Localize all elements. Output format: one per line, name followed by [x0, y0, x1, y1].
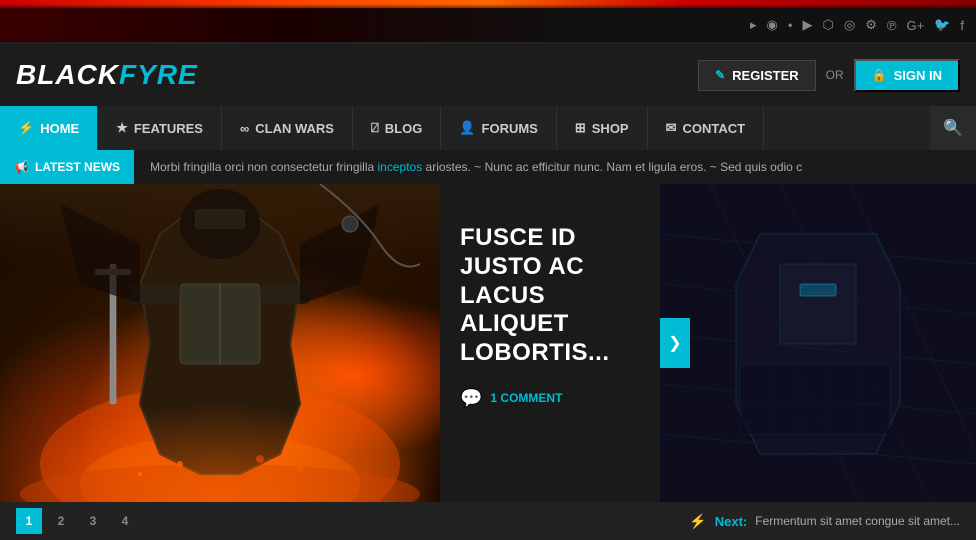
infinity-icon: ∞	[240, 121, 249, 136]
slide-dot-3[interactable]: 3	[80, 508, 106, 534]
slide-dots: 1 2 3 4	[16, 508, 138, 534]
next-slide-arrow[interactable]: ❯	[660, 318, 690, 368]
nav-label-blog: BLOG	[385, 121, 423, 136]
rss-icon[interactable]: ▸	[750, 17, 757, 33]
nav-label-shop: SHOP	[592, 121, 629, 136]
google-plus-icon[interactable]: G+	[906, 18, 924, 33]
megaphone-icon: 📢	[14, 160, 29, 174]
next-preview: ⚡ Next: Fermentum sit amet congue sit am…	[689, 513, 960, 530]
right-panel-art	[660, 184, 976, 502]
bottom-bar: 1 2 3 4 ⚡ Next: Fermentum sit amet congu…	[0, 502, 976, 540]
next-preview-text: Fermentum sit amet congue sit amet...	[755, 514, 960, 528]
twitch-icon[interactable]: ⬡	[823, 17, 834, 33]
pinterest-icon[interactable]: ℗	[887, 18, 897, 33]
slide-dot-2[interactable]: 2	[48, 508, 74, 534]
slide-dot-1[interactable]: 1	[16, 508, 42, 534]
top-bar: ▸ ◉ ⬩ ▶ ⬡ ◎ ⚙ ℗ G+ 🐦 f	[0, 8, 976, 44]
youtube-icon[interactable]: ▶	[803, 17, 813, 33]
ticker-text: Morbi fringilla orci non consectetur fri…	[134, 160, 976, 174]
nav-item-contact[interactable]: ✉ CONTACT	[648, 106, 765, 150]
ticker: 📢 LATEST NEWS Morbi fringilla orci non c…	[0, 150, 976, 184]
envelope-icon: ✉	[666, 120, 677, 136]
or-text: OR	[826, 68, 844, 82]
twitter-icon[interactable]: 🐦	[934, 17, 950, 33]
comment-count: 1 COMMENT	[490, 391, 562, 405]
search-button[interactable]: 🔍	[930, 106, 976, 150]
bolt-icon: ⚡	[689, 513, 706, 530]
header: BLACKFYRE ✎ REGISTER OR 🔒 SIGN IN	[0, 44, 976, 106]
vimeo-icon[interactable]: ⬩	[788, 17, 793, 33]
auth-area: ✎ REGISTER OR 🔒 SIGN IN	[698, 59, 960, 92]
signin-button[interactable]: 🔒 SIGN IN	[854, 59, 960, 92]
nav-label-home: HOME	[40, 121, 79, 136]
next-label: Next:	[715, 514, 748, 529]
star-icon: ★	[116, 120, 128, 136]
logo-fyre: FYRE	[119, 59, 198, 90]
nav-label-contact: CONTACT	[683, 121, 746, 136]
hero-image-bg	[0, 184, 440, 502]
register-button[interactable]: ✎ REGISTER	[698, 60, 816, 91]
lock-icon: 🔒	[872, 68, 887, 82]
nav-item-shop[interactable]: ⊞ SHOP	[557, 106, 648, 150]
nav-label-clan-wars: CLAN WARS	[255, 121, 334, 136]
nav-item-clan-wars[interactable]: ∞ CLAN WARS	[222, 106, 353, 150]
main-content: FUSCE ID JUSTO AC LACUS ALIQUET LOBORTIS…	[0, 184, 976, 502]
fire-strip	[0, 0, 976, 8]
edit-icon: ✎	[715, 68, 725, 82]
slide-dot-4[interactable]: 4	[112, 508, 138, 534]
nav-label-features: FEATURES	[134, 121, 203, 136]
right-panel: ❯	[660, 184, 976, 502]
nav-item-forums[interactable]: 👤 FORUMS	[441, 106, 557, 150]
comment-icon: 💬	[460, 388, 482, 409]
instagram-icon[interactable]: ◎	[844, 17, 855, 33]
nav-item-blog[interactable]: ⍁ BLOG	[353, 106, 441, 150]
people-icon: 👤	[459, 120, 475, 136]
ticker-label: 📢 LATEST NEWS	[0, 150, 134, 184]
right-panel-bg	[660, 184, 976, 502]
nav-label-forums: FORUMS	[482, 121, 538, 136]
nav-item-features[interactable]: ★ FEATURES	[98, 106, 222, 150]
steam-icon[interactable]: ⚙	[865, 17, 877, 33]
nav: ⚡ HOME ★ FEATURES ∞ CLAN WARS ⍁ BLOG 👤 F…	[0, 106, 976, 150]
hero-comment[interactable]: 💬 1 COMMENT	[460, 388, 640, 409]
hero-title: FUSCE ID JUSTO AC LACUS ALIQUET LOBORTIS…	[460, 224, 640, 368]
hero-image	[0, 184, 440, 502]
fire-glow	[0, 402, 440, 502]
cart-icon: ⊞	[575, 120, 586, 136]
search-icon: 🔍	[943, 118, 963, 138]
facebook-icon[interactable]: f	[960, 18, 964, 33]
logo: BLACKFYRE	[16, 59, 198, 91]
logo-black: BLACK	[16, 59, 119, 90]
dribbble-icon[interactable]: ◉	[766, 17, 777, 33]
antenna-icon: ⍁	[371, 120, 379, 136]
nav-item-home[interactable]: ⚡ HOME	[0, 106, 98, 150]
hero-text: FUSCE ID JUSTO AC LACUS ALIQUET LOBORTIS…	[440, 184, 660, 502]
home-icon: ⚡	[18, 120, 34, 136]
